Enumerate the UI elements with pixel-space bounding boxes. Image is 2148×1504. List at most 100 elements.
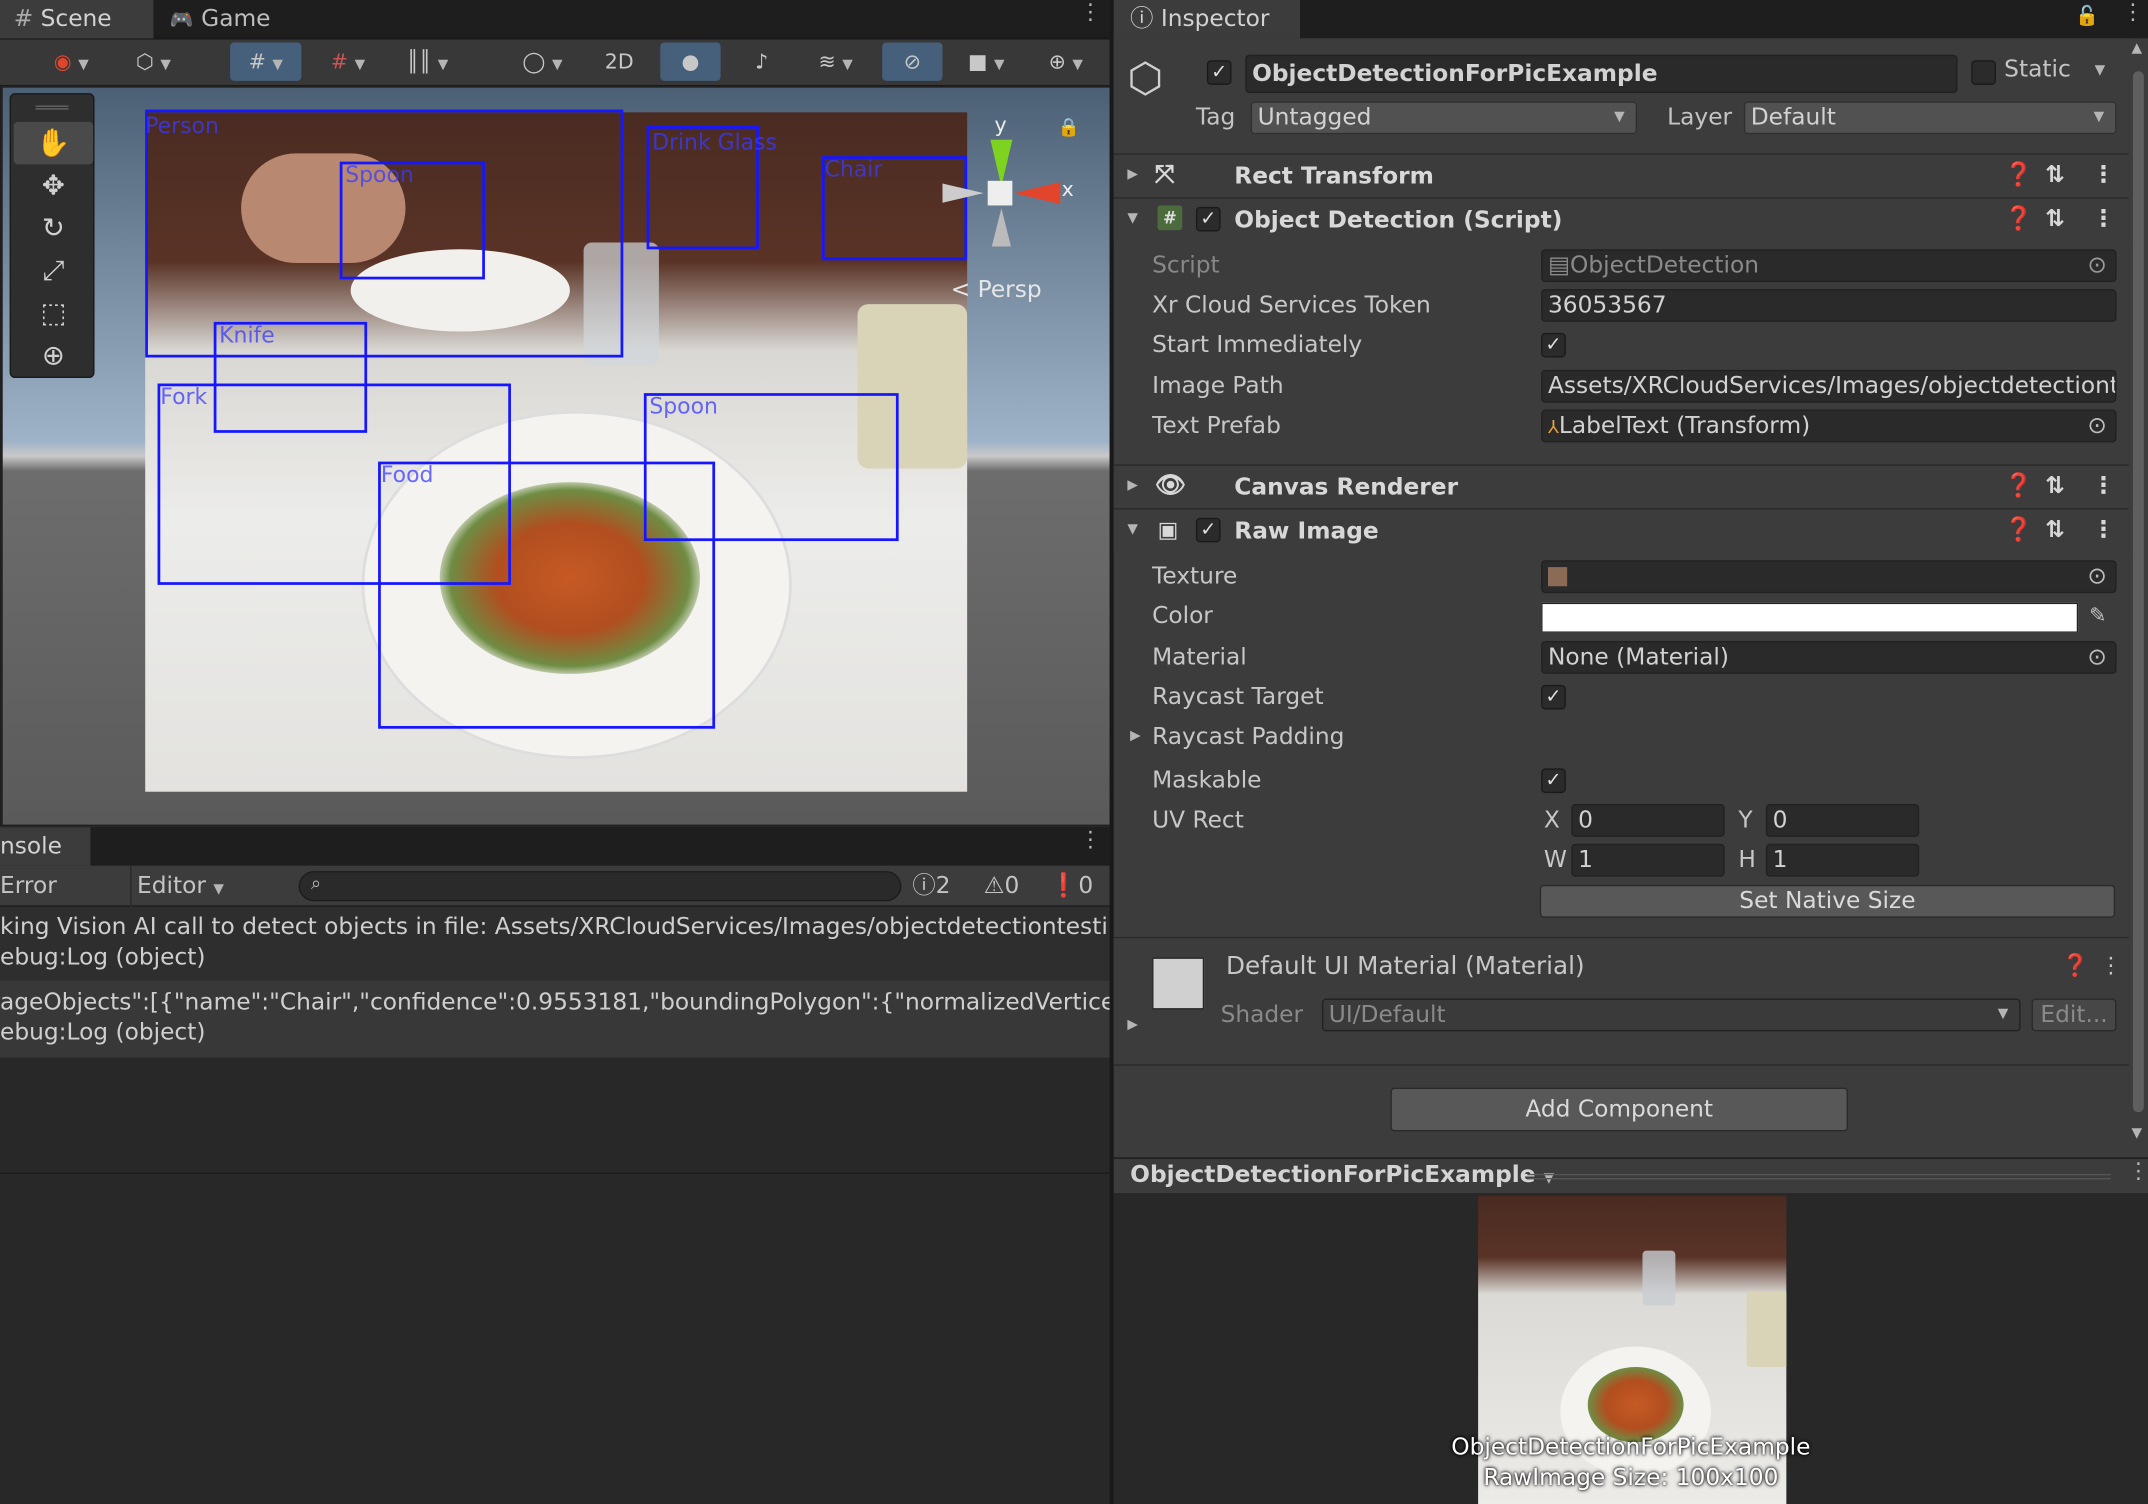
- increment-snap-button[interactable]: # ▼: [312, 42, 384, 81]
- more-menu-icon[interactable]: ⋮: [2100, 952, 2122, 978]
- help-icon[interactable]: ❓: [2062, 952, 2089, 978]
- visibility-toggle-button[interactable]: ⊘: [882, 42, 943, 81]
- uv-y-label[interactable]: Y: [1738, 807, 1752, 834]
- preview-caption-size: RawImage Size: 100x100: [1483, 1464, 1779, 1492]
- ruler-button[interactable]: ║║ ▼: [391, 42, 464, 81]
- object-name-field[interactable]: ObjectDetectionForPicExample: [1245, 54, 1958, 94]
- uv-x-input[interactable]: 0: [1571, 804, 1725, 837]
- help-icon[interactable]: ❓: [2004, 205, 2033, 232]
- warning-count-toggle[interactable]: ⚠0: [984, 866, 1039, 907]
- more-menu-icon[interactable]: ⋮: [2122, 1, 2144, 23]
- presets-icon[interactable]: ⇅: [2045, 473, 2065, 500]
- rotate-tool-button[interactable]: ↻: [14, 207, 93, 249]
- preview-title-dropdown[interactable]: ObjectDetectionForPicExample ▼: [1130, 1162, 1554, 1189]
- text-prefab-field[interactable]: ⅄LabelText (Transform) ⊙: [1541, 409, 2117, 443]
- move-tool-button[interactable]: ✥: [14, 164, 93, 206]
- persp-label[interactable]: < Persp: [951, 277, 1042, 304]
- rect-tool-button[interactable]: ⬚: [14, 292, 93, 334]
- layer-dropdown[interactable]: Default ▼: [1743, 101, 2117, 135]
- uv-w-input[interactable]: 1: [1571, 843, 1725, 877]
- more-menu-icon[interactable]: ⋮: [2092, 162, 2115, 189]
- more-menu-icon[interactable]: ⋮: [1079, 1, 1101, 23]
- raw-image-header[interactable]: ▼ ▣ ✓ Raw Image ❓ ⇅ ⋮: [1113, 508, 2135, 553]
- console-entry[interactable]: ageObjects":[{"name":"Chair","confidence…: [0, 980, 1110, 1058]
- lock-icon[interactable]: 🔒: [1058, 118, 1080, 139]
- material-field[interactable]: None (Material) ⊙: [1541, 641, 2117, 674]
- camera-icon: ■: [968, 49, 988, 74]
- tab-inspector[interactable]: ⓘ Inspector: [1113, 0, 1301, 39]
- uv-h-label[interactable]: H: [1738, 847, 1756, 874]
- audio-toggle-button[interactable]: ♪: [731, 42, 792, 81]
- rotate-icon: ↻: [41, 210, 65, 244]
- chevron-down-icon[interactable]: ▼: [2095, 63, 2106, 78]
- static-label: Static: [2004, 56, 2071, 84]
- uv-y-input[interactable]: 0: [1765, 804, 1920, 837]
- more-menu-icon[interactable]: ⋮: [1079, 828, 1101, 850]
- chevron-right-icon[interactable]: ▶: [1127, 1018, 1138, 1033]
- more-menu-icon[interactable]: ⋮: [2092, 473, 2115, 500]
- texture-field[interactable]: ⊙: [1541, 560, 2117, 594]
- static-checkbox[interactable]: [1971, 60, 1996, 85]
- shading-button[interactable]: ⬡ ▼: [117, 42, 190, 81]
- help-icon[interactable]: ❓: [2004, 473, 2033, 500]
- eyedropper-icon[interactable]: ✎: [2089, 603, 2106, 628]
- error-count-toggle[interactable]: ❗0: [1049, 866, 1104, 907]
- inspector-scrollbar[interactable]: ▲ ▼: [2128, 41, 2148, 1146]
- scene-viewport[interactable]: Person Spoon Drink Glass Chair Knife For…: [2, 87, 1110, 825]
- console-entry[interactable]: king Vision AI call to detect objects in…: [0, 906, 1110, 981]
- rect-transform-header[interactable]: ▶ ⤧ Rect Transform ❓ ⇅ ⋮: [1113, 153, 2135, 198]
- effects-button[interactable]: ≋ ▼: [800, 42, 872, 81]
- camera-button[interactable]: ■ ▼: [950, 42, 1022, 81]
- error-pause-toggle[interactable]: Error Pause: [0, 865, 132, 941]
- grid-snap-button[interactable]: # ▼: [230, 42, 302, 81]
- active-checkbox[interactable]: ✓: [1206, 60, 1232, 85]
- scrollbar-thumb[interactable]: [2132, 71, 2144, 1113]
- component-enabled-checkbox[interactable]: ✓: [1195, 517, 1221, 543]
- 2d-toggle-button[interactable]: 2D: [589, 42, 650, 81]
- gizmos-button[interactable]: ⊕ ▼: [1030, 42, 1102, 81]
- scale-tool-button[interactable]: ⤢: [14, 249, 93, 291]
- render-mode-button[interactable]: ◯ ▼: [506, 42, 579, 81]
- lock-icon[interactable]: 🔓: [2075, 5, 2099, 27]
- maskable-checkbox[interactable]: ✓: [1541, 768, 1566, 794]
- scale-icon: ⤢: [42, 253, 65, 287]
- more-menu-icon[interactable]: ⋮: [2092, 205, 2115, 232]
- preview-drag-handle[interactable]: [1527, 1173, 2112, 1180]
- tag-dropdown[interactable]: Untagged ▼: [1250, 101, 1638, 135]
- set-native-size-button[interactable]: Set Native Size: [1539, 884, 2116, 918]
- object-detection-header[interactable]: ▼ # ✓ Object Detection (Script) ❓ ⇅ ⋮: [1113, 197, 2135, 242]
- hand-tool-button[interactable]: ✋: [13, 121, 94, 165]
- presets-icon[interactable]: ⇅: [2045, 205, 2065, 232]
- tab-console[interactable]: nsole: [0, 827, 91, 866]
- console-divider: [0, 1172, 1110, 1174]
- presets-icon[interactable]: ⇅: [2045, 162, 2065, 189]
- orientation-gizmo[interactable]: y x < Persp: [942, 112, 1074, 304]
- raycast-target-checkbox[interactable]: ✓: [1541, 684, 1566, 710]
- more-menu-icon[interactable]: ⋮: [2092, 516, 2115, 543]
- help-icon[interactable]: ❓: [2004, 516, 2033, 543]
- editor-dropdown[interactable]: Editor ▼: [137, 866, 236, 907]
- tab-game[interactable]: 🎮 Game: [156, 0, 307, 38]
- lighting-toggle-button[interactable]: ●: [660, 42, 721, 81]
- transform-tool-button[interactable]: ⊕: [14, 334, 93, 376]
- inspector-tab-bar: ⓘ Inspector 🔓 ⋮: [1113, 0, 2148, 39]
- image-path-input[interactable]: Assets/XRCloudServices/Images/objectdete…: [1541, 369, 2117, 403]
- presets-icon[interactable]: ⇅: [2045, 516, 2065, 543]
- component-enabled-checkbox[interactable]: ✓: [1195, 206, 1221, 232]
- token-input[interactable]: 36053567: [1541, 289, 2117, 322]
- tab-scene[interactable]: # Scene: [0, 0, 154, 39]
- canvas-renderer-header[interactable]: ▶ 👁 Canvas Renderer ❓ ⇅ ⋮: [1113, 464, 2135, 509]
- color-swatch[interactable]: [1541, 602, 2079, 633]
- add-component-button[interactable]: Add Component: [1390, 1087, 1848, 1132]
- more-menu-icon[interactable]: ⋮: [2127, 1160, 2148, 1182]
- draw-mode-button[interactable]: ◉ ▼: [35, 42, 107, 81]
- info-count-toggle[interactable]: ⓘ2: [912, 866, 967, 907]
- uv-h-input[interactable]: 1: [1765, 843, 1920, 877]
- help-icon[interactable]: ❓: [2004, 162, 2033, 189]
- uv-x-label[interactable]: X: [1544, 807, 1560, 834]
- console-search-input[interactable]: ⌕: [298, 871, 902, 902]
- uv-w-label[interactable]: W: [1544, 847, 1567, 874]
- scroll-up-icon[interactable]: ▲: [2132, 41, 2143, 56]
- start-immediately-checkbox[interactable]: ✓: [1541, 332, 1566, 358]
- scroll-down-icon[interactable]: ▼: [2132, 1126, 2143, 1141]
